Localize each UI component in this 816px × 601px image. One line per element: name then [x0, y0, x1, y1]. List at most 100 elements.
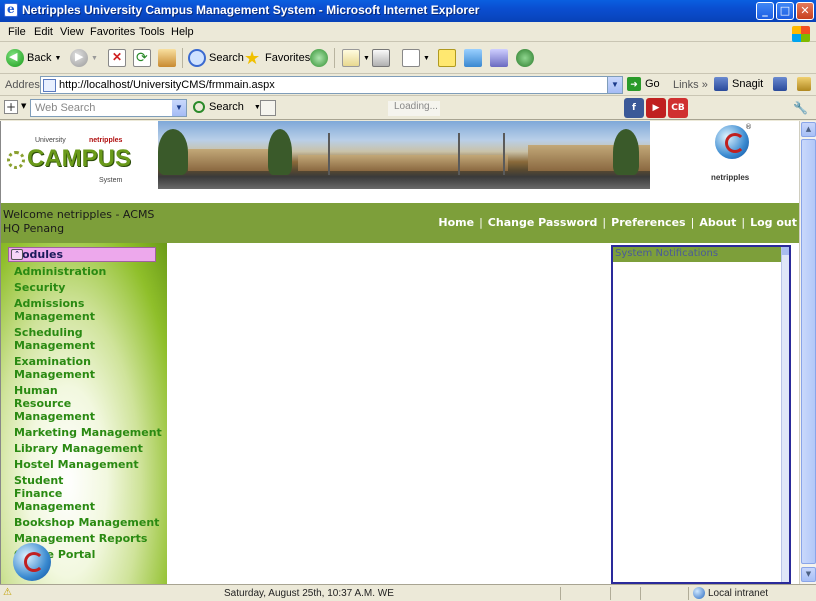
logo-campus-text: CAMPUS: [27, 145, 132, 172]
menu-bar: File Edit View Favorites Tools Help: [0, 22, 816, 42]
home-icon: [158, 49, 176, 67]
web-search-placeholder: Web Search: [35, 102, 96, 114]
status-divider: [560, 587, 561, 600]
netripples-logo-text: netripples: [711, 173, 750, 182]
page-scrollbar[interactable]: ▲ ▼: [799, 121, 816, 584]
nav-logout-link[interactable]: Log out: [750, 216, 797, 229]
edit-dropdown-icon[interactable]: ▼: [423, 55, 430, 62]
menu-edit[interactable]: Edit: [34, 26, 53, 38]
go-button[interactable]: ➜ Go: [627, 77, 660, 91]
scroll-thumb[interactable]: [801, 139, 816, 564]
edit-button[interactable]: ▼: [402, 47, 430, 69]
messenger-button[interactable]: [464, 47, 482, 69]
search-toolbar: + ▼ Web Search ▼ Search ▼ Loading... f ▶…: [0, 96, 816, 120]
nav-divider: |: [602, 216, 607, 229]
discuss-button[interactable]: [438, 47, 456, 69]
nav-change-password-link[interactable]: Change Password: [488, 216, 598, 229]
module-scheduling[interactable]: Scheduling Management: [14, 326, 164, 352]
print-button[interactable]: [372, 47, 390, 69]
module-examination[interactable]: Examination Management: [14, 355, 164, 381]
maximize-button[interactable]: □: [776, 2, 794, 20]
search-label: Search: [209, 52, 244, 64]
module-marketing[interactable]: Marketing Management: [14, 426, 164, 439]
stop-button[interactable]: [108, 47, 126, 69]
research-icon: [490, 49, 508, 67]
module-human-resource[interactable]: Human Resource Management: [14, 384, 114, 423]
facebook-icon[interactable]: f: [624, 98, 644, 118]
scroll-up-icon[interactable]: ▲: [801, 122, 816, 137]
windows-logo-icon: [792, 26, 810, 42]
history-icon: [310, 49, 328, 67]
web-search-button[interactable]: Search ▼: [193, 101, 261, 113]
module-administration[interactable]: Administration: [14, 265, 164, 278]
snagit-capture-icon[interactable]: [773, 77, 788, 91]
highlight-icon[interactable]: [260, 100, 276, 116]
address-input[interactable]: http://localhost/UniversityCMS/frmmain.a…: [40, 76, 623, 94]
nav-divider: |: [479, 216, 483, 229]
cb-icon[interactable]: CB: [668, 98, 688, 118]
toolbar-options-dropdown-icon[interactable]: ▼: [21, 102, 26, 110]
research-button[interactable]: [490, 47, 508, 69]
photo-building: [188, 149, 278, 171]
snagit-button[interactable]: Snagit: [714, 77, 812, 91]
warning-icon[interactable]: ⚠: [3, 587, 15, 598]
registered-mark: ®: [745, 123, 752, 131]
module-student-finance[interactable]: Student Finance Management: [14, 474, 114, 513]
status-divider: [640, 587, 641, 600]
status-divider: [610, 587, 611, 600]
toolbar-options-icon[interactable]: +: [4, 100, 18, 114]
nav-home-link[interactable]: Home: [438, 216, 474, 229]
mail-dropdown-icon[interactable]: ▼: [363, 55, 370, 62]
window-titlebar: Netripples University Campus Management …: [0, 0, 816, 22]
address-dropdown-icon[interactable]: ▼: [607, 77, 622, 93]
module-hostel[interactable]: Hostel Management: [14, 458, 164, 471]
menu-favorites[interactable]: Favorites: [90, 26, 135, 38]
module-library[interactable]: Library Management: [14, 442, 164, 455]
wrench-icon[interactable]: 🔧: [793, 101, 808, 115]
msn-button[interactable]: [516, 47, 534, 69]
campus-photo: [158, 121, 650, 189]
history-button[interactable]: [310, 47, 328, 69]
menu-file[interactable]: File: [8, 26, 26, 38]
mail-button[interactable]: ▼: [342, 47, 370, 69]
module-bookshop[interactable]: Bookshop Management: [14, 516, 164, 529]
welcome-text: Welcome netripples - ACMS HQ Penang: [3, 208, 154, 236]
web-search-label: Search: [209, 101, 244, 113]
stop-icon: [108, 49, 126, 67]
menu-help[interactable]: Help: [171, 26, 194, 38]
module-security[interactable]: Security: [14, 281, 164, 294]
nav-preferences-link[interactable]: Preferences: [611, 216, 685, 229]
web-search-input[interactable]: Web Search ▼: [30, 99, 187, 117]
security-zone: Local intranet: [693, 587, 768, 599]
favorites-button[interactable]: ★ Favorites: [244, 47, 310, 69]
nav-about-link[interactable]: About: [699, 216, 736, 229]
search-button[interactable]: Search: [188, 47, 244, 69]
address-url: http://localhost/UniversityCMS/frmmain.a…: [59, 79, 275, 91]
links-button[interactable]: Links »: [673, 79, 708, 91]
back-dropdown-icon[interactable]: ▼: [54, 55, 61, 62]
logo-system-text: System: [99, 177, 123, 184]
notifications-scrollbar[interactable]: [781, 247, 789, 582]
home-button[interactable]: [158, 47, 176, 69]
back-button[interactable]: Back ▼: [6, 47, 61, 69]
module-admissions[interactable]: Admissions Management: [14, 297, 164, 323]
status-datetime: Saturday, August 25th, 10:37 A.M. WE: [224, 588, 394, 599]
menu-view[interactable]: View: [60, 26, 84, 38]
photo-lamppost: [503, 133, 505, 175]
close-button[interactable]: ✕: [796, 2, 814, 20]
back-label: Back: [27, 52, 52, 64]
collapse-icon[interactable]: ⌃: [11, 249, 23, 260]
forward-button[interactable]: ▼: [70, 47, 98, 69]
sidebar-globe-icon: [13, 543, 51, 581]
web-search-dropdown-icon[interactable]: ▼: [172, 100, 186, 116]
minimize-button[interactable]: _: [756, 2, 774, 20]
scroll-down-icon[interactable]: ▼: [801, 567, 816, 582]
play-video-icon[interactable]: ▶: [646, 98, 666, 118]
gear-icon: [7, 151, 25, 169]
forward-dropdown-icon[interactable]: ▼: [91, 55, 98, 62]
snagit-folder-icon[interactable]: [797, 77, 812, 91]
nav-divider: |: [690, 216, 695, 229]
refresh-button[interactable]: [133, 47, 151, 69]
intranet-globe-icon: [693, 587, 705, 599]
menu-tools[interactable]: Tools: [139, 26, 165, 38]
